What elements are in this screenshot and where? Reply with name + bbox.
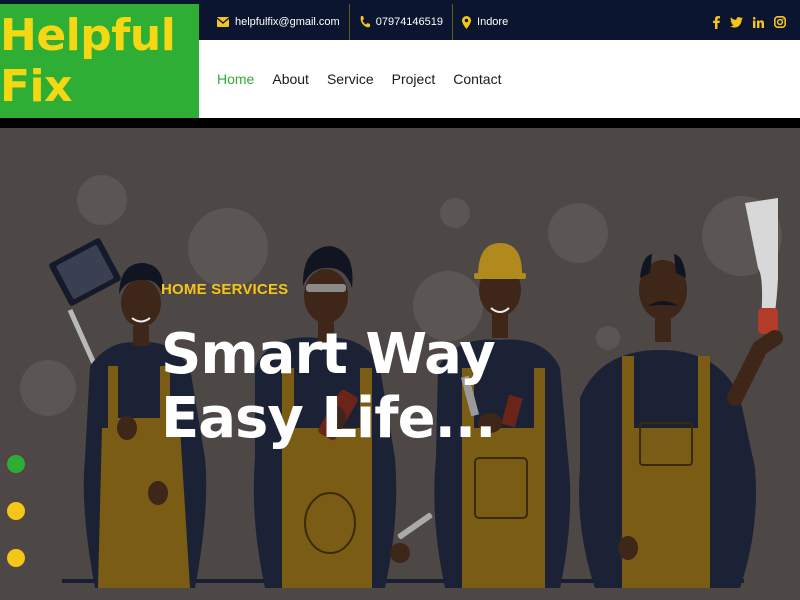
nav-project[interactable]: Project bbox=[392, 71, 436, 87]
phone-text: 07974146519 bbox=[375, 16, 444, 28]
instagram-icon[interactable] bbox=[774, 16, 786, 28]
location-text: Indore bbox=[477, 16, 509, 28]
facebook-icon[interactable] bbox=[713, 15, 720, 29]
main-nav: Home About Service Project Contact bbox=[199, 40, 800, 118]
nav-about[interactable]: About bbox=[272, 71, 309, 87]
contact-topbar: helpfulfix@gmail.com 07974146519 Indore bbox=[199, 4, 800, 40]
logo-text: Helpful Fix bbox=[0, 10, 176, 112]
header-divider bbox=[0, 118, 800, 128]
hero-title: Smart Way Easy Life... bbox=[161, 322, 496, 451]
nav-service[interactable]: Service bbox=[327, 71, 374, 87]
email-item[interactable]: helpfulfix@gmail.com bbox=[199, 4, 350, 40]
slider-dot-3[interactable] bbox=[7, 549, 25, 567]
nav-home[interactable]: Home bbox=[217, 71, 254, 87]
email-text: helpfulfix@gmail.com bbox=[235, 16, 340, 28]
logo[interactable]: Helpful Fix bbox=[0, 4, 199, 118]
linkedin-icon[interactable] bbox=[753, 16, 764, 28]
twitter-icon[interactable] bbox=[730, 16, 743, 28]
slider-dot-2[interactable] bbox=[7, 502, 25, 520]
hero-subtitle: HOME SERVICES bbox=[161, 281, 289, 298]
social-links bbox=[713, 15, 800, 29]
location-item[interactable]: Indore bbox=[453, 4, 517, 40]
phone-item[interactable]: 07974146519 bbox=[350, 4, 454, 40]
slider-dot-1[interactable] bbox=[7, 455, 25, 473]
envelope-icon bbox=[217, 17, 229, 27]
nav-contact[interactable]: Contact bbox=[453, 71, 501, 87]
phone-icon bbox=[360, 16, 370, 28]
hero-slider: HOME SERVICES Smart Way Easy Life... bbox=[0, 128, 800, 600]
map-pin-icon bbox=[462, 15, 472, 29]
